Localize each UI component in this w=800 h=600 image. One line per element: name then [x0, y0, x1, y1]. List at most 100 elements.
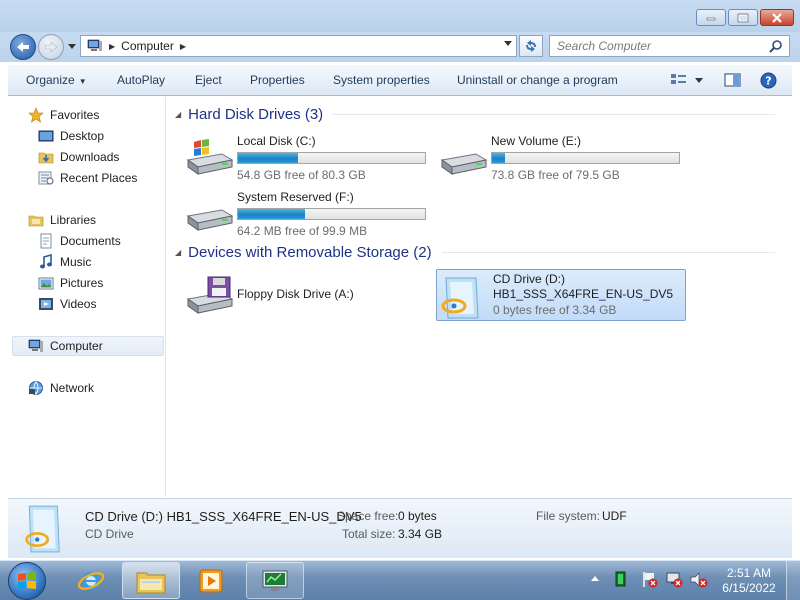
change-view-button[interactable]: [670, 72, 706, 91]
taskbar-internet-explorer[interactable]: [62, 562, 120, 599]
sidebar-item-pictures[interactable]: Pictures: [38, 273, 103, 293]
sidebar-item-label: Recent Places: [60, 171, 138, 185]
drive-item-d[interactable]: CD Drive (D:) HB1_SSS_X64FRE_EN-US_DV5 0…: [436, 269, 686, 321]
taskbar-media-player[interactable]: [182, 562, 240, 599]
minimize-button[interactable]: [696, 9, 726, 26]
collapse-triangle-icon[interactable]: ◢: [175, 248, 181, 257]
group-header-hard-disks[interactable]: ◢ Hard Disk Drives (3): [175, 106, 775, 123]
taskbar-network-app[interactable]: [246, 562, 304, 599]
forward-button[interactable]: [38, 34, 64, 60]
sidebar-item-label: Videos: [60, 297, 97, 311]
network-monitor-icon: [262, 570, 288, 591]
sidebar-item-label: Libraries: [50, 213, 97, 227]
help-button[interactable]: ?: [760, 72, 777, 92]
sidebar-item-documents[interactable]: Documents: [38, 231, 121, 251]
documents-icon: [38, 233, 54, 249]
drive-free-space: 73.8 GB free of 79.5 GB: [491, 168, 620, 182]
close-button[interactable]: [760, 9, 794, 26]
hard-drive-icon: [440, 153, 488, 175]
windows-drive-icon: [186, 139, 234, 175]
chevron-down-icon[interactable]: [504, 41, 512, 47]
address-bar[interactable]: ▶ Computer ▶: [80, 35, 517, 57]
preview-pane-button[interactable]: [724, 72, 742, 91]
cd-drive-icon: [25, 505, 60, 553]
drive-free-space: 64.2 MB free of 99.9 MB: [237, 224, 368, 238]
search-input[interactable]: Search Computer: [557, 39, 769, 53]
sidebar-item-desktop[interactable]: Desktop: [38, 126, 104, 146]
drive-item-a[interactable]: Floppy Disk Drive (A:): [181, 269, 431, 321]
system-clock[interactable]: 2:51 AM 6/15/2022: [714, 566, 784, 596]
sidebar-item-label: Music: [60, 255, 92, 269]
sidebar-item-computer[interactable]: Computer: [12, 336, 164, 356]
search-box[interactable]: Search Computer: [549, 35, 790, 57]
search-icon[interactable]: [769, 39, 783, 53]
drive-name: CD Drive (D:): [493, 272, 565, 286]
sidebar-item-label: Network: [50, 381, 95, 395]
computer-icon: [87, 39, 102, 51]
total-size-value: 3.34 GB: [398, 527, 443, 541]
tray-network[interactable]: [666, 571, 684, 592]
show-desktop-button[interactable]: [786, 561, 800, 600]
libraries-icon: [28, 212, 44, 228]
sidebar-item-label: Pictures: [60, 276, 104, 290]
floppy-drive-icon: [186, 276, 234, 314]
drive-free-space: 0 bytes free of 3.34 GB: [493, 303, 617, 317]
taskbar: 2:51 AM 6/15/2022: [0, 560, 800, 600]
drive-item-e[interactable]: New Volume (E:) 73.8 GB free of 79.5 GB: [435, 130, 685, 182]
uninstall-program-button[interactable]: Uninstall or change a program: [457, 73, 618, 87]
tray-app-icon[interactable]: [614, 571, 628, 590]
drive-usage-fill: [238, 209, 306, 219]
drive-usage-fill: [492, 153, 506, 163]
refresh-button[interactable]: [519, 35, 543, 57]
tray-action-center[interactable]: [641, 571, 659, 592]
pictures-icon: [38, 275, 54, 291]
drive-name: System Reserved (F:): [237, 190, 354, 204]
star-icon: [28, 107, 44, 123]
breadcrumb-separator[interactable]: ▶: [180, 42, 186, 51]
taskbar-windows-explorer[interactable]: [122, 562, 180, 599]
sidebar-item-label: Documents: [60, 234, 121, 248]
collapse-triangle-icon[interactable]: ◢: [175, 110, 181, 119]
sidebar-item-videos[interactable]: Videos: [38, 294, 96, 314]
windows-logo-icon: [18, 572, 36, 589]
back-button[interactable]: [10, 34, 36, 60]
eject-button[interactable]: Eject: [195, 73, 222, 87]
sidebar-item-recent-places[interactable]: Recent Places: [38, 168, 137, 188]
breadcrumb-separator[interactable]: ▶: [109, 42, 115, 51]
green-bar-icon: [615, 571, 626, 587]
drive-name: Local Disk (C:): [237, 134, 316, 148]
arrow-left-icon: [17, 42, 29, 52]
recent-pages-button[interactable]: [66, 40, 78, 54]
start-button[interactable]: [8, 562, 46, 600]
drive-item-f[interactable]: System Reserved (F:) 64.2 MB free of 99.…: [181, 186, 431, 238]
chevron-up-icon: [591, 576, 599, 581]
maximize-button[interactable]: [728, 9, 758, 26]
desktop-icon: [38, 128, 54, 144]
organize-menu[interactable]: Organize ▼: [26, 73, 87, 87]
sidebar-item-music[interactable]: Music: [38, 252, 91, 272]
music-icon: [38, 254, 54, 270]
sidebar-item-favorites[interactable]: Favorites: [28, 105, 99, 125]
sidebar-item-label: Downloads: [60, 150, 120, 164]
group-header-removable[interactable]: ◢ Devices with Removable Storage (2): [175, 244, 775, 261]
properties-button[interactable]: Properties: [250, 73, 305, 87]
show-hidden-icons-button[interactable]: [590, 571, 600, 588]
tray-volume[interactable]: [690, 571, 708, 592]
navigation-bar: ▶ Computer ▶ Search Computer: [0, 32, 800, 62]
drive-label: HB1_SSS_X64FRE_EN-US_DV5: [493, 287, 674, 301]
drive-item-c[interactable]: Local Disk (C:) 54.8 GB free of 80.3 GB: [181, 130, 431, 182]
window-controls: [696, 9, 794, 26]
system-properties-button[interactable]: System properties: [333, 73, 430, 87]
drive-usage-bar: [237, 208, 426, 220]
details-pane: CD Drive (D:) HB1_SSS_X64FRE_EN-US_DV5 C…: [8, 498, 792, 558]
autoplay-button[interactable]: AutoPlay: [117, 73, 165, 87]
sidebar-item-libraries[interactable]: Libraries: [28, 210, 96, 230]
sidebar-item-downloads[interactable]: Downloads: [38, 147, 119, 167]
chevron-down-icon: [68, 44, 76, 49]
sidebar-item-network[interactable]: Network: [28, 378, 94, 398]
group-title: Hard Disk Drives (3): [188, 106, 324, 123]
view-options-icon: [671, 74, 703, 84]
breadcrumb-computer[interactable]: Computer: [121, 39, 174, 53]
navigation-pane: Favorites Desktop Downloads Recent Place…: [8, 97, 166, 497]
drive-name: New Volume (E:): [491, 134, 582, 148]
